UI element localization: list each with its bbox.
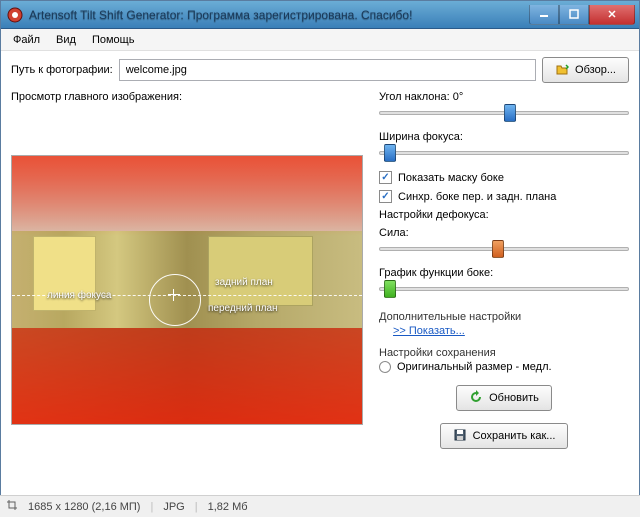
sync-bokeh-label: Синхр. боке пер. и задн. плана [398,191,556,203]
path-input[interactable] [119,59,536,81]
titlebar: Artensoft Tilt Shift Generator: Программ… [1,1,639,29]
preview-image[interactable]: линия фокуса задний план передний план [11,155,363,425]
show-mask-checkbox[interactable]: ✓ [379,171,392,184]
save-settings-title: Настройки сохранения [379,347,629,359]
show-mask-label: Показать маску боке [398,172,504,184]
status-size: 1,82 Мб [208,501,248,513]
focus-width-slider[interactable] [379,143,629,163]
angle-slider[interactable] [379,103,629,123]
browse-button[interactable]: Обзор... [542,57,629,83]
focus-crosshair[interactable] [168,289,180,301]
bokeh-graph-slider[interactable] [379,279,629,299]
app-icon [7,7,23,23]
angle-label: Угол наклона: 0° [379,91,629,103]
menu-file[interactable]: Файл [5,31,48,49]
statusbar: 1685 x 1280 (2,16 МП) | JPG | 1,82 Мб [0,495,640,517]
save-as-label: Сохранить как... [473,430,556,442]
refresh-icon [469,390,483,407]
save-as-button[interactable]: Сохранить как... [440,423,569,449]
refresh-button[interactable]: Обновить [456,385,552,411]
preview-label: Просмотр главного изображения: [11,91,363,103]
minimize-button[interactable] [529,5,559,25]
status-fmt: JPG [163,501,184,513]
refresh-label: Обновить [489,392,539,404]
defocus-settings-label: Настройки дефокуса: [379,209,629,221]
sync-bokeh-checkbox[interactable]: ✓ [379,190,392,203]
original-size-label: Оригинальный размер - медл. [397,361,552,373]
strength-slider[interactable] [379,239,629,259]
back-plane-label: задний план [215,277,273,288]
browse-label: Обзор... [575,64,616,76]
window-title: Artensoft Tilt Shift Generator: Программ… [29,8,529,22]
front-plane-label: передний план [208,303,278,314]
strength-label: Сила: [379,227,629,239]
menu-view[interactable]: Вид [48,31,84,49]
focus-line-label: линия фокуса [47,290,111,301]
advanced-title: Дополнительные настройки [379,311,629,323]
browse-icon [555,62,569,79]
close-button[interactable] [589,5,635,25]
crop-icon [6,499,18,514]
advanced-link[interactable]: >> Показать... [393,325,465,337]
maximize-button[interactable] [559,5,589,25]
original-size-radio[interactable] [379,361,391,373]
focus-width-label: Ширина фокуса: [379,131,629,143]
menubar: Файл Вид Помощь [1,29,639,51]
menu-help[interactable]: Помощь [84,31,143,49]
bokeh-graph-label: График функции боке: [379,267,629,279]
save-icon [453,428,467,445]
status-dims: 1685 x 1280 (2,16 МП) [28,501,140,513]
path-label: Путь к фотографии: [11,64,113,76]
